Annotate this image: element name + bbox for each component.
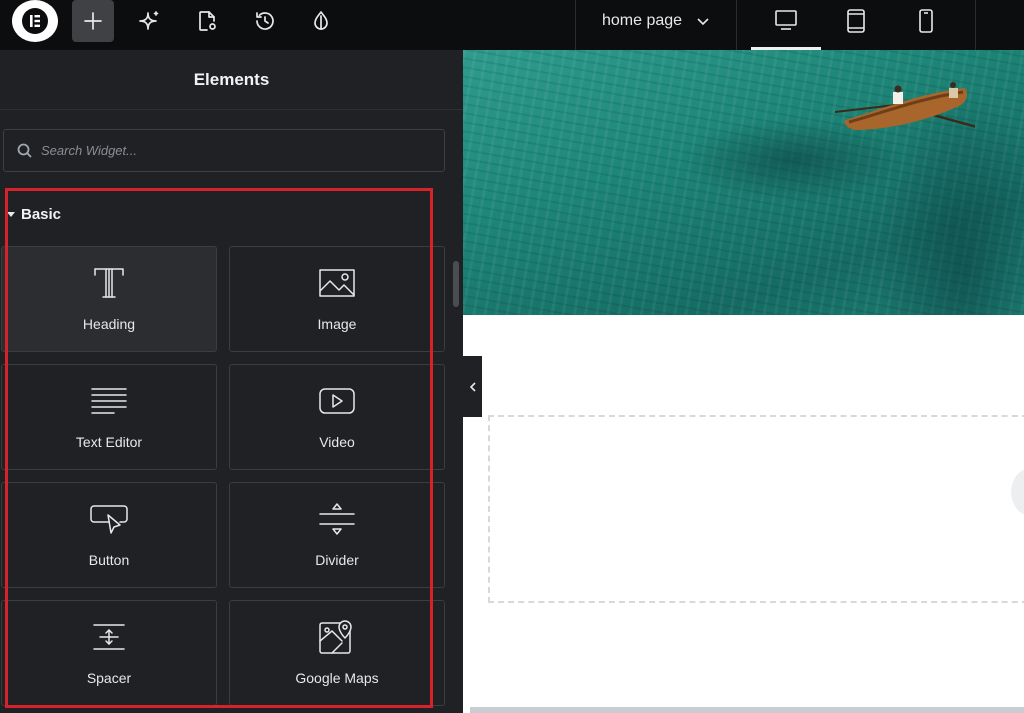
desktop-icon (775, 10, 797, 30)
google-maps-icon (319, 620, 352, 654)
hero-image (463, 50, 1024, 315)
separator (736, 0, 737, 50)
image-icon (319, 269, 355, 297)
widget-label: Video (319, 434, 355, 450)
rowing-boat (835, 82, 975, 130)
site-settings-button[interactable] (300, 0, 342, 42)
preview-canvas[interactable] (463, 50, 1024, 713)
panel-scrollbar[interactable] (453, 261, 459, 307)
widget-divider[interactable]: Divider (229, 482, 445, 588)
search-icon (17, 143, 32, 158)
top-bar: home page (0, 0, 1024, 50)
panel-title: Elements (0, 50, 463, 110)
widget-label: Heading (82, 316, 136, 332)
add-element-button[interactable] (72, 0, 114, 42)
elementor-logo-icon[interactable] (12, 0, 58, 42)
page-selector[interactable]: home page (577, 0, 735, 42)
search-input[interactable] (41, 143, 421, 158)
site-settings-drop-icon (314, 11, 328, 30)
add-icon (84, 12, 102, 30)
page-settings-icon (199, 11, 216, 31)
video-icon (319, 388, 355, 414)
button-icon (90, 505, 128, 534)
tablet-icon (847, 9, 865, 33)
widget-spacer[interactable]: Spacer (1, 600, 217, 706)
widget-label: Google Maps (295, 670, 379, 686)
widget-label: Image (317, 316, 357, 332)
page-settings-button[interactable] (186, 0, 228, 42)
ai-sparkle-icon (139, 11, 159, 30)
separator (975, 0, 976, 50)
widget-video[interactable]: Video (229, 364, 445, 470)
widget-label: Spacer (86, 670, 132, 686)
widget-label: Divider (315, 552, 359, 568)
device-tablet-button[interactable] (821, 0, 891, 50)
widget-text-editor[interactable]: Text Editor (1, 364, 217, 470)
search-widget-field[interactable] (3, 129, 445, 172)
horizontal-scrollbar[interactable] (470, 707, 1024, 713)
divider-icon (319, 503, 355, 535)
spacer-icon (93, 624, 125, 650)
widget-image[interactable]: Image (229, 246, 445, 352)
category-label: Basic (21, 206, 62, 223)
widget-button[interactable]: Button (1, 482, 217, 588)
ai-button[interactable] (129, 0, 171, 42)
collapse-panel-button[interactable] (463, 356, 482, 417)
device-desktop-button[interactable] (751, 0, 821, 50)
category-basic[interactable]: Basic (7, 206, 61, 223)
widget-google-maps[interactable]: Google Maps (229, 600, 445, 706)
chevron-down-icon (697, 18, 709, 26)
heading-icon (94, 268, 124, 298)
device-mobile-button[interactable] (891, 0, 961, 50)
elements-panel: Elements Basic Heading Image Text Editor… (0, 50, 463, 713)
text-editor-icon (91, 388, 127, 414)
chevron-left-icon (469, 381, 476, 392)
page-selector-label: home page (601, 12, 683, 29)
widget-label: Text Editor (75, 434, 143, 450)
mobile-icon (919, 9, 933, 33)
separator (575, 0, 576, 50)
empty-section-dropzone[interactable] (488, 415, 1024, 603)
widget-heading[interactable]: Heading (1, 246, 217, 352)
caret-down-icon (7, 212, 15, 217)
widget-label: Button (88, 552, 130, 568)
history-icon (256, 12, 274, 30)
history-button[interactable] (244, 0, 286, 42)
